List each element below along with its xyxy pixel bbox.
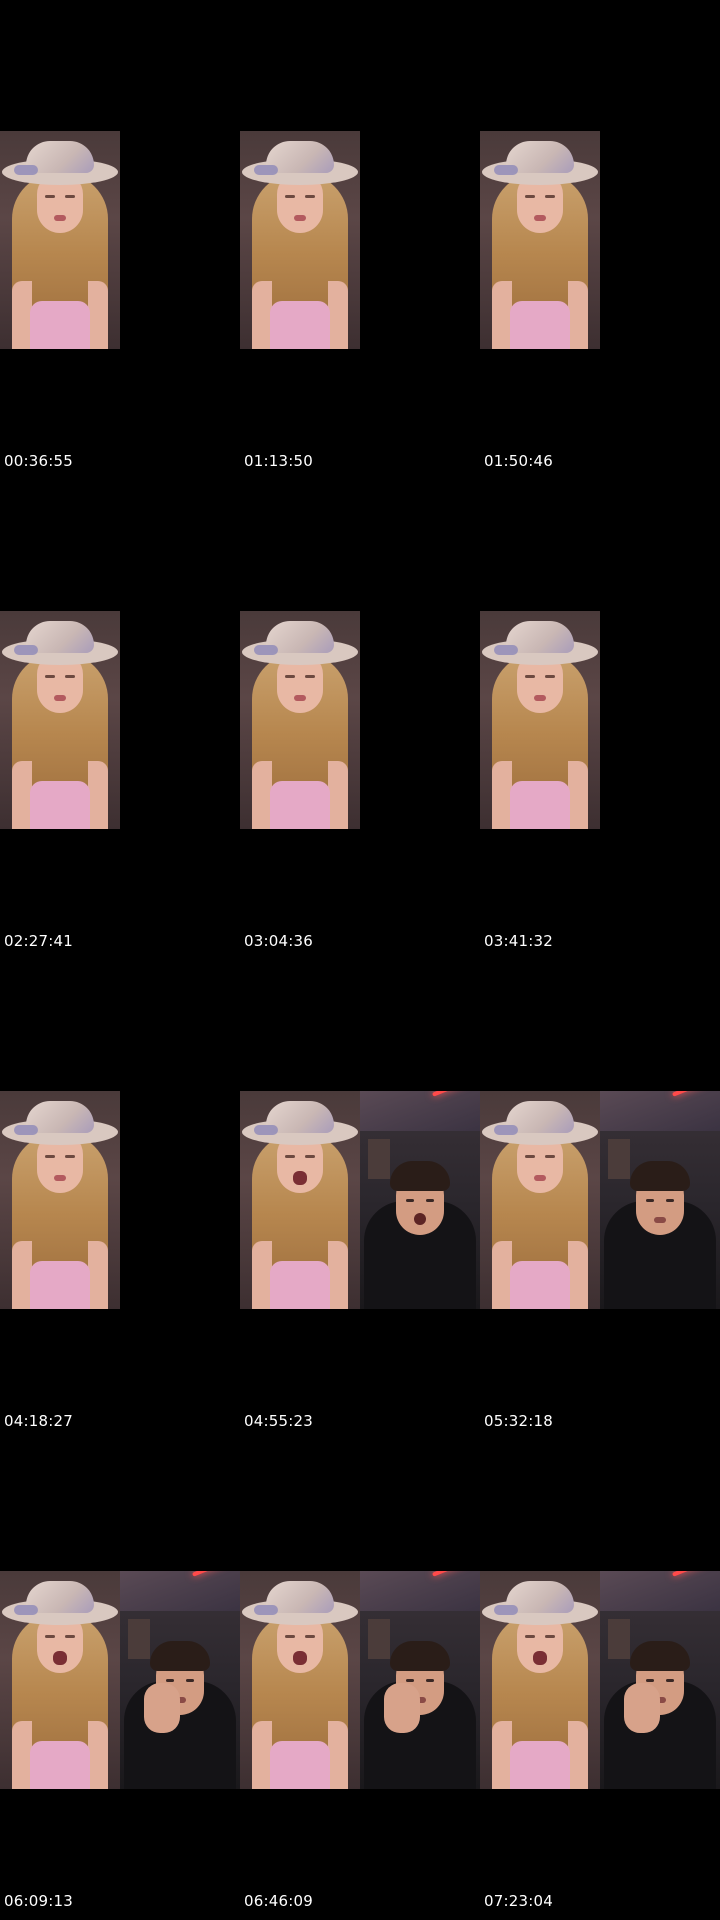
- frame-timestamp: 01:13:50: [244, 452, 313, 470]
- streamer-panel-woman: [0, 611, 120, 829]
- streamer-panel-man: [360, 1571, 480, 1789]
- video-frame[interactable]: [0, 611, 240, 829]
- thumbnail-cell[interactable]: 04:18:27: [0, 960, 240, 1440]
- frame-timestamp: 04:18:27: [4, 1412, 73, 1430]
- video-frame[interactable]: [0, 1091, 240, 1309]
- streamer-panel-woman: [0, 1571, 120, 1789]
- thumbnail-cell[interactable]: 05:32:18: [480, 960, 720, 1440]
- frame-timestamp: 01:50:46: [484, 452, 553, 470]
- video-frame[interactable]: [0, 1571, 240, 1789]
- thumbnail-cell[interactable]: 07:23:04: [480, 1440, 720, 1920]
- thumbnail-cell[interactable]: 02:27:41: [0, 480, 240, 960]
- streamer-panel-woman: [480, 1091, 600, 1309]
- video-frame[interactable]: [240, 1091, 480, 1309]
- frame-timestamp: 07:23:04: [484, 1892, 553, 1910]
- thumbnail-cell[interactable]: 01:50:46: [480, 0, 720, 480]
- streamer-panel-woman: [480, 611, 600, 829]
- streamer-panel-man: [600, 1571, 720, 1789]
- video-frame[interactable]: [240, 611, 480, 829]
- streamer-panel-man: [120, 1571, 240, 1789]
- streamer-panel-woman: [0, 1091, 120, 1309]
- frame-timestamp: 06:46:09: [244, 1892, 313, 1910]
- thumbnail-cell[interactable]: 00:36:55: [0, 0, 240, 480]
- streamer-panel-woman: [240, 1091, 360, 1309]
- video-frame[interactable]: [480, 611, 720, 829]
- streamer-panel-woman: [240, 131, 360, 349]
- frame-timestamp: 06:09:13: [4, 1892, 73, 1910]
- thumbnail-cell[interactable]: 04:55:23: [240, 960, 480, 1440]
- video-frame[interactable]: [480, 1571, 720, 1789]
- thumbnail-cell[interactable]: 06:46:09: [240, 1440, 480, 1920]
- streamer-panel-woman: [240, 611, 360, 829]
- streamer-panel-woman: [480, 131, 600, 349]
- streamer-panel-man: [360, 1091, 480, 1309]
- video-frame[interactable]: [240, 131, 480, 349]
- frame-timestamp: 04:55:23: [244, 1412, 313, 1430]
- video-frame[interactable]: [480, 131, 720, 349]
- thumbnail-cell[interactable]: 03:04:36: [240, 480, 480, 960]
- video-frame[interactable]: [240, 1571, 480, 1789]
- streamer-panel-woman: [480, 1571, 600, 1789]
- frame-timestamp: 02:27:41: [4, 932, 73, 950]
- frame-timestamp: 00:36:55: [4, 452, 73, 470]
- frame-timestamp: 05:32:18: [484, 1412, 553, 1430]
- streamer-panel-woman: [0, 131, 120, 349]
- thumbnail-cell[interactable]: 06:09:13: [0, 1440, 240, 1920]
- thumbnail-cell[interactable]: 01:13:50: [240, 0, 480, 480]
- frame-timestamp: 03:41:32: [484, 932, 553, 950]
- frame-timestamp: 03:04:36: [244, 932, 313, 950]
- video-frame[interactable]: [480, 1091, 720, 1309]
- streamer-panel-man: [600, 1091, 720, 1309]
- streamer-panel-woman: [240, 1571, 360, 1789]
- thumbnail-cell[interactable]: 03:41:32: [480, 480, 720, 960]
- video-contact-sheet: 00:36:55 01:13:50 01:50:46 02:27:41 03:0…: [0, 0, 720, 1920]
- video-frame[interactable]: [0, 131, 240, 349]
